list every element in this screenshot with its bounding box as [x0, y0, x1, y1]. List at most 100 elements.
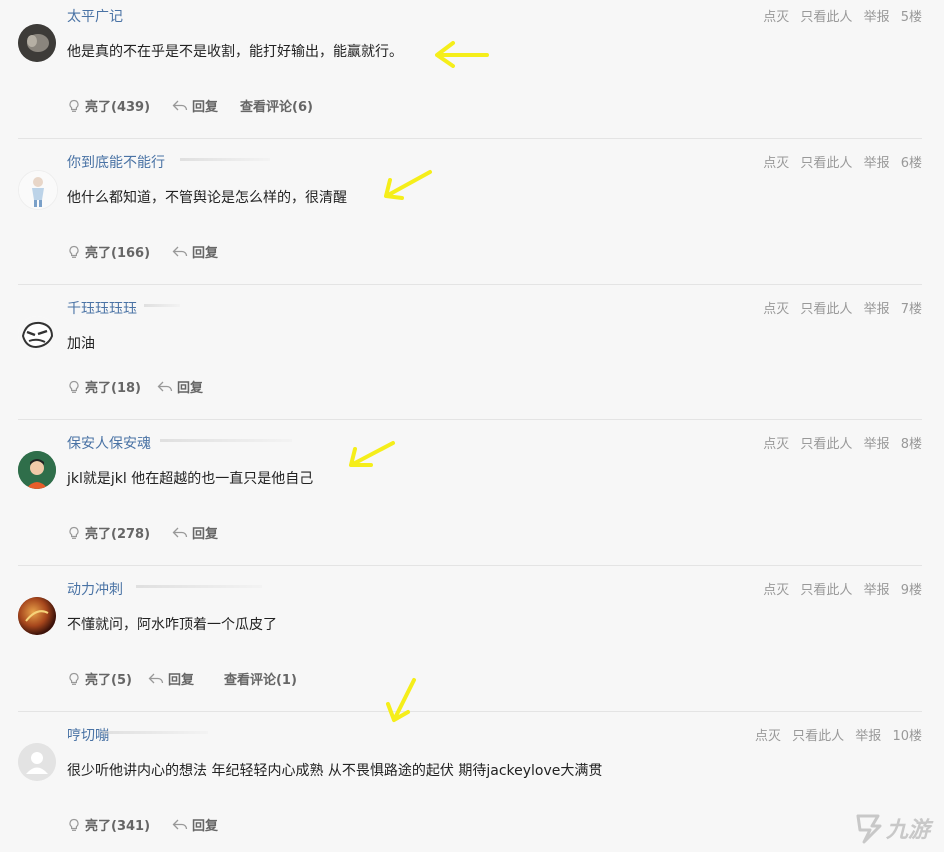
like-button[interactable]: 亮了(341) — [67, 815, 150, 834]
comment-text: 不懂就问，阿水咋顶着一个瓜皮了 — [67, 617, 277, 633]
view-comments-label: 查看评论(1) — [223, 673, 297, 688]
floor-number: 10楼 — [892, 729, 922, 744]
username[interactable]: 千珏珏珏珏 — [67, 298, 137, 318]
comment-text: 加油 — [67, 336, 95, 352]
report-button[interactable]: 举报 — [864, 156, 890, 171]
avatar[interactable] — [18, 597, 56, 635]
comment-actions: 亮了(18) 回复 — [67, 377, 225, 396]
username[interactable]: 太平广记 — [67, 6, 123, 26]
reply-label: 回复 — [192, 246, 219, 261]
view-comments-link[interactable]: 查看评论(6) — [240, 96, 313, 115]
only-author-button[interactable]: 只看此人 — [800, 437, 852, 452]
reply-icon — [172, 100, 188, 110]
floor-number: 7楼 — [900, 302, 922, 317]
post-meta: 点灭 只看此人 举报 7楼 — [756, 298, 922, 317]
comment-post: 动力冲刺 点灭 只看此人 举报 9楼 不懂就问，阿水咋顶着一个瓜皮了 亮了(5)… — [18, 579, 922, 712]
comment-post: 太平广记 点灭 只看此人 举报 5楼 他是真的不在乎是不是收割，能打好输出，能赢… — [18, 6, 922, 139]
username[interactable]: 哼切嘣 — [67, 725, 109, 745]
like-count: 亮了(341) — [85, 819, 151, 834]
floor-number: 5楼 — [900, 10, 922, 25]
report-button[interactable]: 举报 — [864, 583, 890, 598]
like-count: 亮了(278) — [85, 527, 151, 542]
only-author-button[interactable]: 只看此人 — [800, 10, 852, 25]
avatar[interactable] — [18, 743, 56, 781]
like-button[interactable]: 亮了(18) — [67, 377, 141, 396]
comment-actions: 亮了(341) 回复 — [67, 815, 240, 834]
username[interactable]: 保安人保安魂 — [67, 433, 151, 453]
avatar[interactable] — [18, 451, 56, 489]
avatar[interactable] — [18, 316, 56, 354]
reply-button[interactable]: 回复 — [157, 377, 203, 396]
avatar[interactable] — [18, 24, 56, 62]
like-count: 亮了(5) — [85, 673, 132, 688]
only-author-button[interactable]: 只看此人 — [800, 583, 852, 598]
comment-actions: 亮了(5) 回复 查看评论(1) — [67, 669, 319, 688]
downvote-button[interactable]: 点灭 — [763, 437, 789, 452]
downvote-button[interactable]: 点灭 — [763, 10, 789, 25]
post-meta: 点灭 只看此人 举报 6楼 — [756, 152, 922, 171]
reply-button[interactable]: 回复 — [172, 96, 218, 115]
floor-number: 6楼 — [900, 156, 922, 171]
comment-text: 很少听他讲内心的想法 年纪轻轻内心成熟 从不畏惧路途的起伏 期待jackeylo… — [67, 763, 603, 779]
only-author-button[interactable]: 只看此人 — [792, 729, 844, 744]
reply-button[interactable]: 回复 — [172, 242, 218, 261]
username-blur — [160, 439, 292, 442]
watermark-logo: 九游 — [850, 808, 938, 848]
reply-button[interactable]: 回复 — [172, 815, 218, 834]
comment-post: 你到底能不能行 点灭 只看此人 举报 6楼 他什么都知道，不管舆论是怎么样的，很… — [18, 152, 922, 285]
reply-button[interactable]: 回复 — [148, 669, 194, 688]
post-meta: 点灭 只看此人 举报 10楼 — [748, 725, 922, 744]
comment-text: 他什么都知道，不管舆论是怎么样的，很清醒 — [67, 190, 347, 206]
only-author-button[interactable]: 只看此人 — [800, 302, 852, 317]
reply-icon — [172, 527, 188, 537]
reply-icon — [172, 246, 188, 256]
report-button[interactable]: 举报 — [864, 437, 890, 452]
like-button[interactable]: 亮了(166) — [67, 242, 150, 261]
only-author-button[interactable]: 只看此人 — [800, 156, 852, 171]
lightbulb-icon — [69, 380, 79, 393]
report-button[interactable]: 举报 — [864, 10, 890, 25]
reply-icon — [148, 673, 164, 683]
lightbulb-icon — [69, 245, 79, 258]
post-meta: 点灭 只看此人 举报 8楼 — [756, 433, 922, 452]
username[interactable]: 你到底能不能行 — [67, 152, 165, 172]
report-button[interactable]: 举报 — [855, 729, 881, 744]
username-blur — [144, 304, 180, 307]
report-button[interactable]: 举报 — [864, 302, 890, 317]
comment-post: 哼切嘣 点灭 只看此人 举报 10楼 很少听他讲内心的想法 年纪轻轻内心成熟 从… — [18, 725, 922, 852]
highlight-arrow-icon — [435, 41, 489, 68]
comment-text: jkl就是jkl 他在超越的也一直只是他自己 — [67, 471, 314, 487]
reply-label: 回复 — [192, 819, 219, 834]
post-meta: 点灭 只看此人 举报 9楼 — [756, 579, 922, 598]
highlight-arrow-icon — [386, 678, 416, 722]
post-meta: 点灭 只看此人 举报 5楼 — [756, 6, 922, 25]
username[interactable]: 动力冲刺 — [67, 579, 123, 599]
downvote-button[interactable]: 点灭 — [755, 729, 781, 744]
comment-actions: 亮了(166) 回复 — [67, 242, 240, 261]
like-button[interactable]: 亮了(439) — [67, 96, 150, 115]
downvote-button[interactable]: 点灭 — [763, 583, 789, 598]
avatar[interactable] — [18, 170, 58, 210]
highlight-arrow-icon — [384, 170, 432, 200]
lightbulb-icon — [69, 672, 79, 685]
reply-label: 回复 — [176, 381, 203, 396]
comment-post: 保安人保安魂 点灭 只看此人 举报 8楼 jkl就是jkl 他在超越的也一直只是… — [18, 433, 922, 566]
reply-icon — [157, 381, 173, 391]
reply-label: 回复 — [192, 527, 219, 542]
reply-label: 回复 — [167, 673, 194, 688]
like-count: 亮了(18) — [85, 381, 141, 396]
floor-number: 9楼 — [900, 583, 922, 598]
like-button[interactable]: 亮了(278) — [67, 523, 150, 542]
downvote-button[interactable]: 点灭 — [763, 302, 789, 317]
like-count: 亮了(439) — [85, 100, 151, 115]
reply-button[interactable]: 回复 — [172, 523, 218, 542]
reply-icon — [172, 819, 188, 829]
reply-label: 回复 — [192, 100, 219, 115]
watermark-text: 九游 — [886, 818, 931, 843]
view-comments-link[interactable]: 查看评论(1) — [224, 669, 297, 688]
downvote-button[interactable]: 点灭 — [763, 156, 789, 171]
nine-game-logo-icon — [856, 814, 882, 844]
like-button[interactable]: 亮了(5) — [67, 669, 132, 688]
username-blur — [180, 158, 270, 161]
highlight-arrow-icon — [349, 441, 395, 467]
